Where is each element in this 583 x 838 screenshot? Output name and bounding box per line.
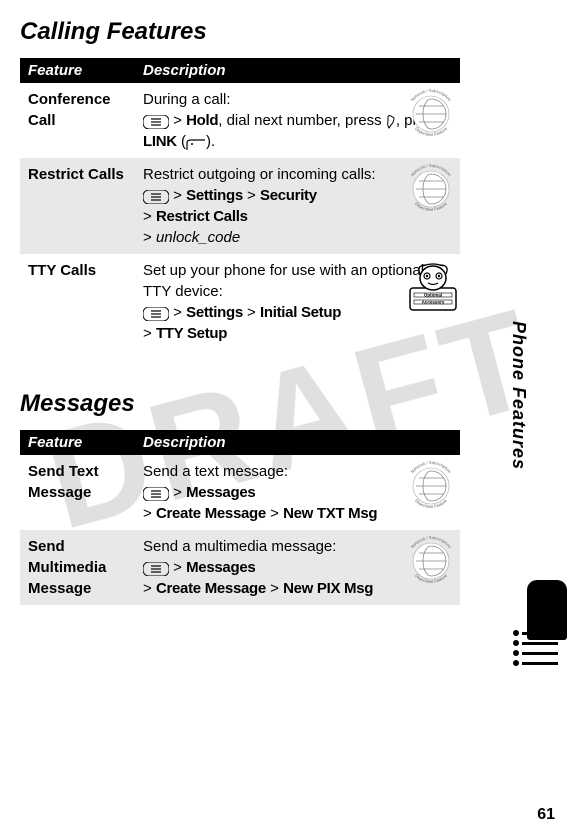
header-feature: Feature: [20, 430, 135, 455]
table-row: Send Multimedia Message Send a multimedi…: [20, 530, 460, 605]
desc-conference-call: During a call: > Hold, dial next number,…: [135, 83, 460, 158]
text: , dial next number, press: [218, 112, 386, 129]
menu-key-icon: [143, 114, 169, 128]
menu-tty-setup: TTY Setup: [156, 325, 227, 342]
feature-restrict-calls: Restrict Calls: [20, 158, 135, 254]
left-softkey-icon: [186, 136, 206, 148]
menu-restrict-calls: Restrict Calls: [156, 208, 248, 225]
menu-key-icon: [143, 561, 169, 575]
desc-send-mms: Send a multimedia message: > Messages > …: [135, 530, 460, 605]
messages-table: Feature Description Send Text Message Se…: [20, 430, 460, 605]
desc-send-text: Send a text message: > Messages > Create…: [135, 455, 460, 530]
menu-security: Security: [260, 187, 317, 204]
desc-restrict-calls: Restrict outgoing or incoming calls: > S…: [135, 158, 460, 254]
menu-new-txt: New TXT Msg: [283, 505, 377, 522]
menu-hold: Hold: [186, 112, 218, 129]
menu-create-message: Create Message: [156, 580, 266, 597]
network-subscription-icon: Network / Subscription Dependent Feature: [406, 536, 456, 586]
header-description: Description: [135, 430, 460, 455]
menu-initial-setup: Initial Setup: [260, 304, 341, 321]
menu-create-message: Create Message: [156, 505, 266, 522]
text: Send a text message:: [143, 463, 288, 480]
send-key-icon: [386, 114, 396, 128]
side-section-label: Phone Features: [508, 321, 529, 470]
table-row: Restrict Calls Restrict outgoing or inco…: [20, 158, 460, 254]
optional-accessory-icon: Optional Accessory: [406, 260, 456, 310]
feature-send-text: Send Text Message: [20, 455, 135, 530]
svg-text:Accessory: Accessory: [422, 300, 445, 305]
calling-features-heading: Calling Features: [20, 18, 460, 46]
feature-send-mms: Send Multimedia Message: [20, 530, 135, 605]
menu-link: LINK: [143, 133, 177, 150]
calling-features-table: Feature Description Conference Call Duri…: [20, 58, 460, 350]
table-row: TTY Calls Set up your phone for use with…: [20, 254, 460, 350]
table-row: Send Text Message Send a text message: >…: [20, 455, 460, 530]
menu-settings: Settings: [186, 187, 243, 204]
menu-key-icon: [143, 189, 169, 203]
side-page-graphic: [517, 580, 567, 670]
feature-tty-calls: TTY Calls: [20, 254, 135, 350]
desc-tty-calls: Set up your phone for use with an option…: [135, 254, 460, 350]
feature-conference-call: Conference Call: [20, 83, 135, 158]
menu-key-icon: [143, 306, 169, 320]
text: Send a multimedia message:: [143, 538, 336, 555]
table-row: Conference Call During a call: > Hold, d…: [20, 83, 460, 158]
network-subscription-icon: Network / Subscription Dependent Feature: [406, 89, 456, 139]
menu-messages: Messages: [186, 484, 255, 501]
menu-key-icon: [143, 486, 169, 500]
network-subscription-icon: Network / Subscription Dependent Feature: [406, 164, 456, 214]
text: (: [177, 133, 186, 150]
menu-messages: Messages: [186, 559, 255, 576]
page-number: 61: [537, 806, 555, 824]
header-description: Description: [135, 58, 460, 83]
messages-heading: Messages: [20, 390, 460, 418]
network-subscription-icon: Network / Subscription Dependent Feature: [406, 461, 456, 511]
text: Restrict outgoing or incoming calls:: [143, 166, 376, 183]
text: During a call:: [143, 91, 231, 108]
menu-new-pix: New PIX Msg: [283, 580, 373, 597]
text-unlock-code: unlock_code: [156, 229, 240, 246]
text: Set up your phone for use with an option…: [143, 262, 424, 300]
header-feature: Feature: [20, 58, 135, 83]
svg-text:Optional: Optional: [424, 293, 442, 298]
menu-settings: Settings: [186, 304, 243, 321]
main-content: Calling Features Feature Description Con…: [0, 0, 480, 625]
